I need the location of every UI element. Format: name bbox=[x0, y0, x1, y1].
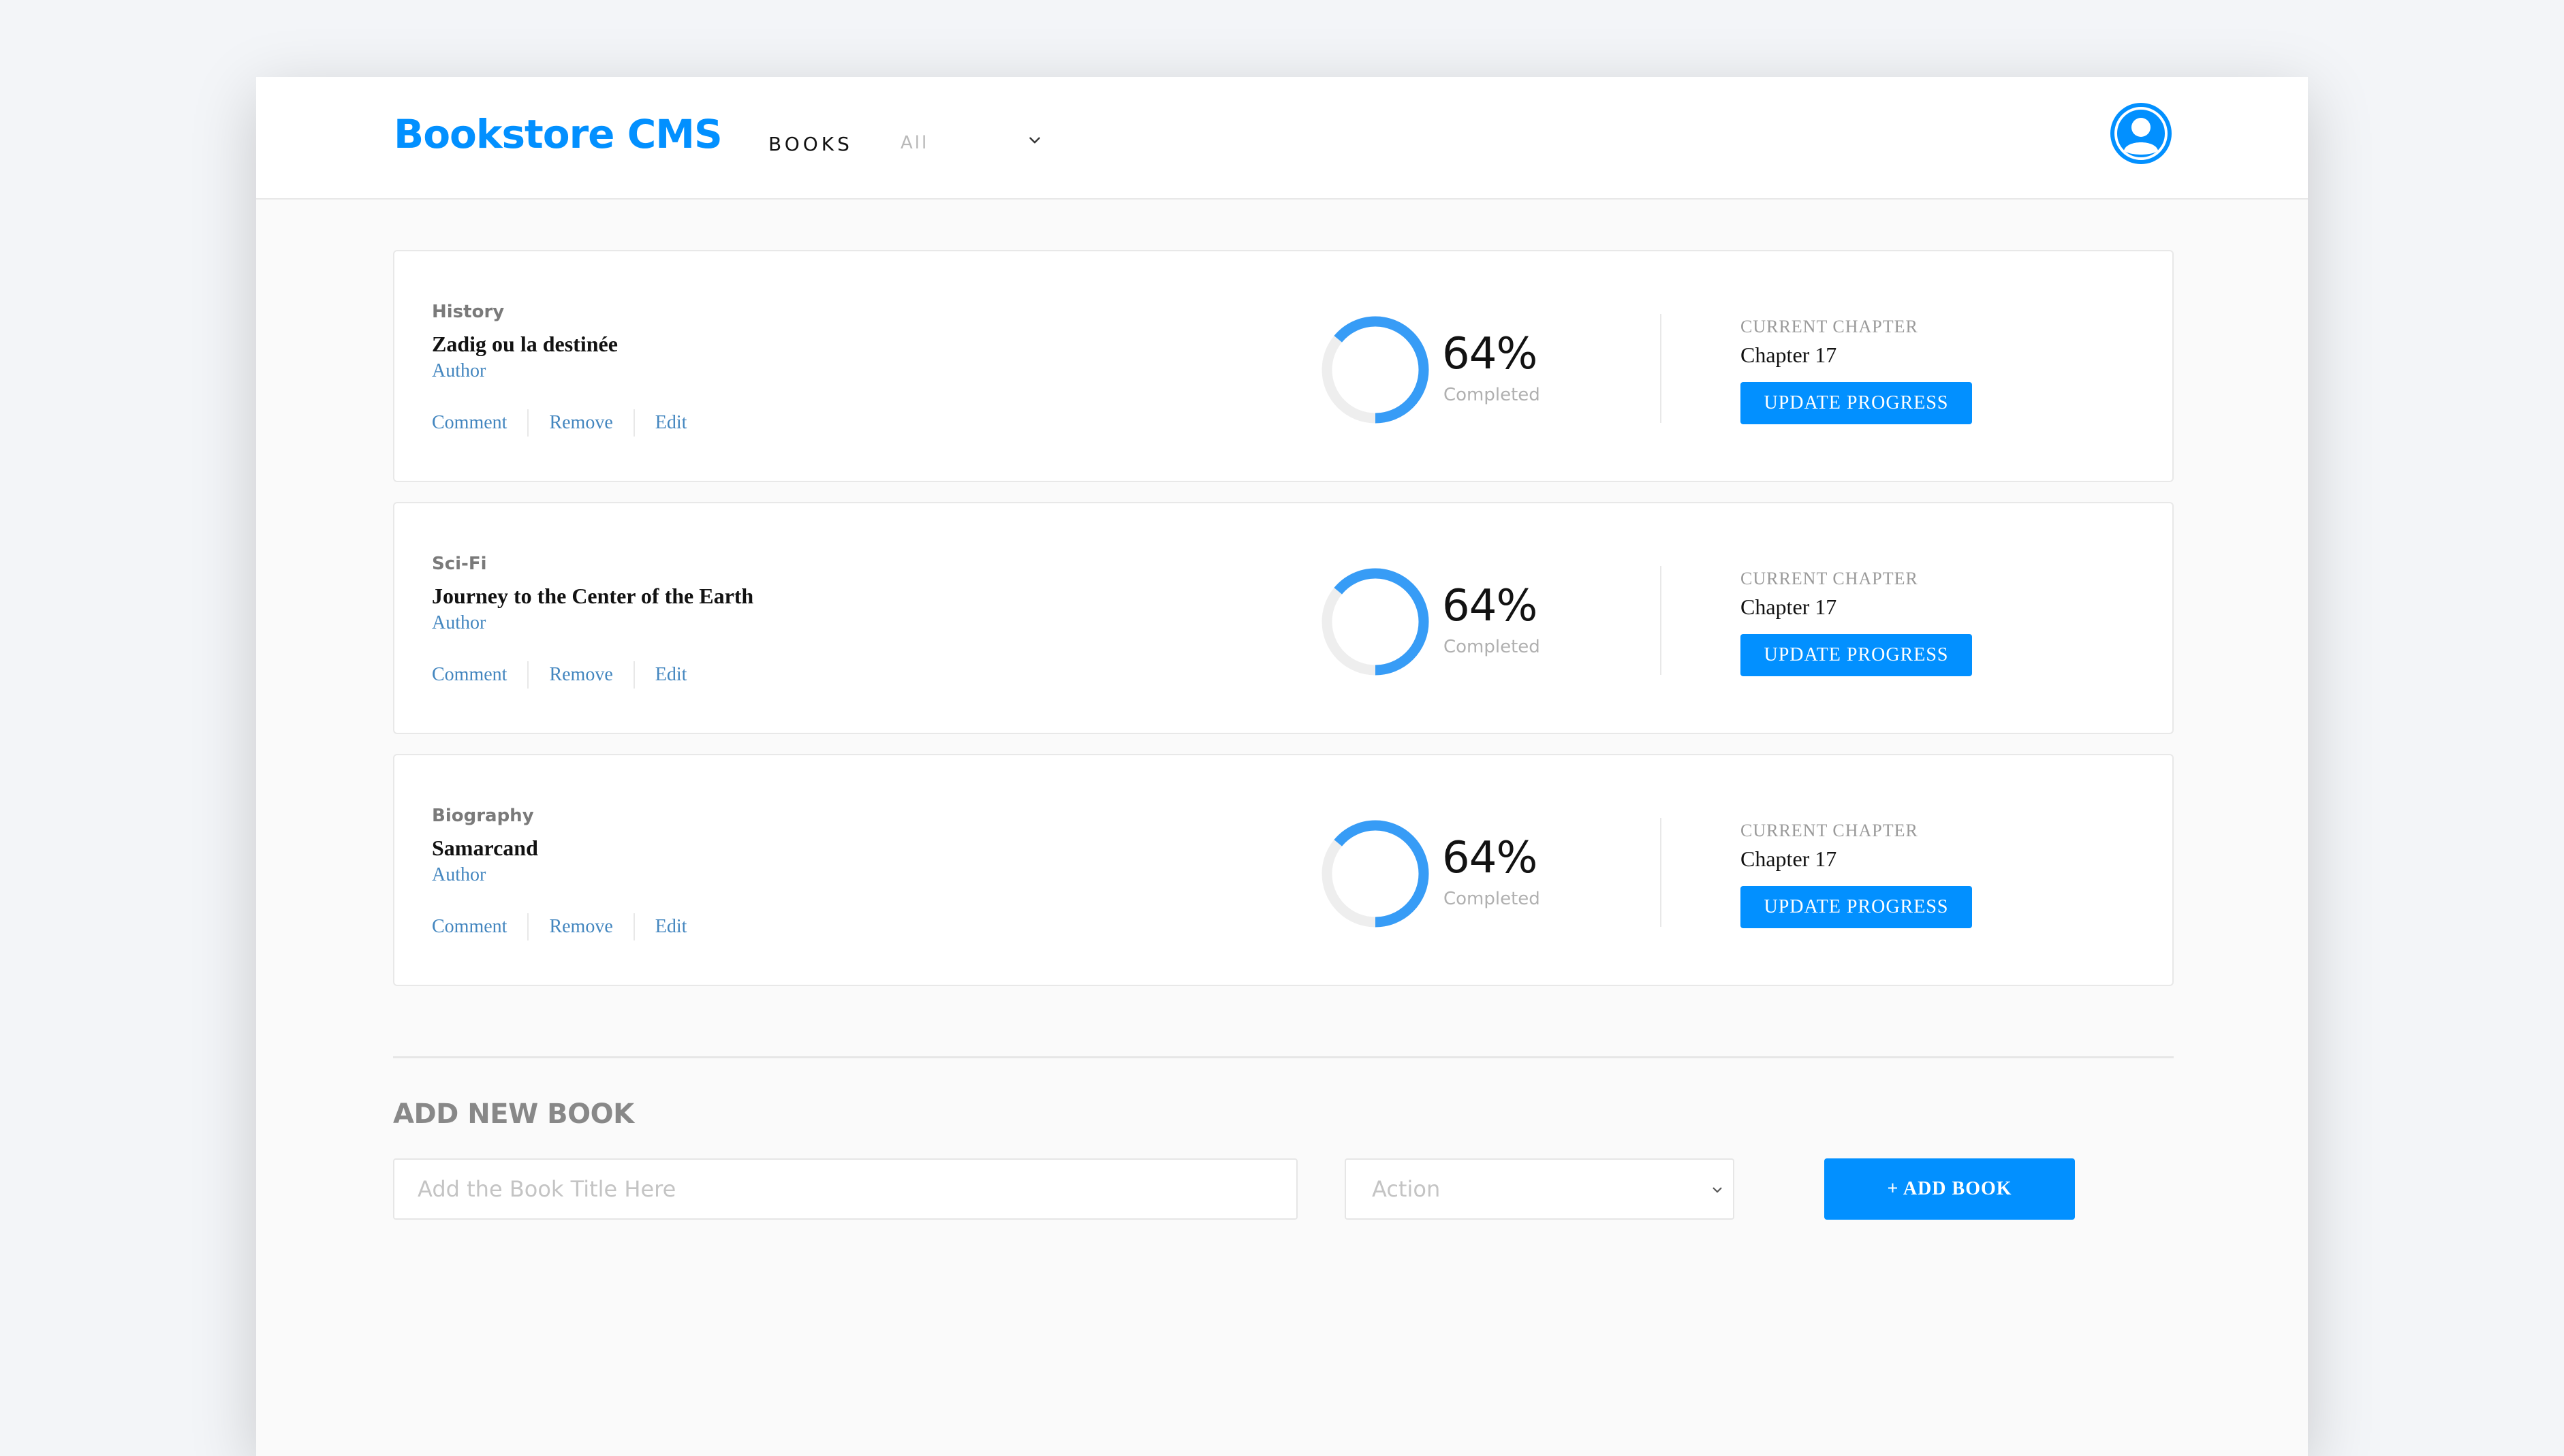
update-progress-button[interactable]: UPDATE PROGRESS bbox=[1740, 382, 1972, 424]
comment-button[interactable]: Comment bbox=[432, 409, 527, 437]
user-avatar-button[interactable] bbox=[2110, 103, 2172, 164]
current-chapter-value: Chapter 17 bbox=[1740, 846, 1837, 871]
book-title: Samarcand bbox=[432, 836, 538, 860]
progress-percent: 64% bbox=[1442, 329, 1537, 379]
edit-button[interactable]: Edit bbox=[633, 661, 708, 689]
progress-percent: 64% bbox=[1442, 581, 1537, 631]
current-chapter-label: CURRENT CHAPTER bbox=[1740, 821, 1918, 840]
update-progress-button[interactable]: UPDATE PROGRESS bbox=[1740, 886, 1972, 928]
current-chapter-value: Chapter 17 bbox=[1740, 595, 1837, 619]
completed-label: Completed bbox=[1443, 385, 1540, 405]
category-select[interactable]: Action bbox=[1345, 1158, 1734, 1220]
comment-button[interactable]: Comment bbox=[432, 913, 527, 940]
progress-ring bbox=[1322, 568, 1429, 676]
book-author[interactable]: Author bbox=[432, 360, 486, 382]
book-actions: Comment Remove Edit bbox=[432, 913, 707, 940]
book-card: Biography Samarcand Author Comment Remov… bbox=[393, 754, 2174, 986]
divider bbox=[1660, 314, 1661, 423]
book-title: Journey to the Center of the Earth bbox=[432, 584, 754, 608]
brand-title[interactable]: Bookstore CMS bbox=[394, 111, 723, 157]
book-actions: Comment Remove Edit bbox=[432, 661, 707, 689]
remove-button[interactable]: Remove bbox=[527, 661, 633, 689]
book-category: Sci-Fi bbox=[432, 554, 487, 574]
book-card: Sci-Fi Journey to the Center of the Eart… bbox=[393, 502, 2174, 734]
progress-percent: 64% bbox=[1442, 833, 1537, 883]
add-book-button[interactable]: + ADD BOOK bbox=[1824, 1158, 2075, 1220]
edit-button[interactable]: Edit bbox=[633, 409, 708, 437]
completed-label: Completed bbox=[1443, 637, 1540, 657]
current-chapter-value: Chapter 17 bbox=[1740, 343, 1837, 367]
section-divider bbox=[393, 1056, 2174, 1058]
update-progress-button[interactable]: UPDATE PROGRESS bbox=[1740, 634, 1972, 676]
comment-button[interactable]: Comment bbox=[432, 661, 527, 689]
user-circle-icon bbox=[2114, 107, 2168, 160]
category-filter-value: All bbox=[901, 133, 929, 153]
book-category: Biography bbox=[432, 806, 534, 826]
progress-ring bbox=[1322, 820, 1429, 928]
divider bbox=[1660, 566, 1661, 675]
remove-button[interactable]: Remove bbox=[527, 409, 633, 437]
book-card: History Zadig ou la destinée Author Comm… bbox=[393, 250, 2174, 482]
book-author[interactable]: Author bbox=[432, 864, 486, 886]
chevron-down-icon bbox=[1029, 137, 1040, 144]
nav-books-link[interactable]: BOOKS bbox=[768, 133, 853, 155]
book-category: History bbox=[432, 302, 505, 322]
header: Bookstore CMS BOOKS All bbox=[256, 77, 2308, 200]
remove-button[interactable]: Remove bbox=[527, 913, 633, 940]
divider bbox=[1660, 818, 1661, 927]
app-window: Bookstore CMS BOOKS All History Zadig ou… bbox=[256, 77, 2308, 1456]
book-actions: Comment Remove Edit bbox=[432, 409, 707, 437]
category-select-value: Action bbox=[1372, 1176, 1441, 1202]
add-book-heading: ADD NEW BOOK bbox=[393, 1098, 634, 1130]
category-filter-select[interactable]: All bbox=[901, 133, 1044, 157]
book-title: Zadig ou la destinée bbox=[432, 332, 618, 356]
completed-label: Completed bbox=[1443, 889, 1540, 909]
book-author[interactable]: Author bbox=[432, 612, 486, 634]
current-chapter-label: CURRENT CHAPTER bbox=[1740, 317, 1918, 336]
book-title-input[interactable] bbox=[393, 1158, 1298, 1220]
current-chapter-label: CURRENT CHAPTER bbox=[1740, 569, 1918, 588]
progress-ring bbox=[1322, 316, 1429, 424]
edit-button[interactable]: Edit bbox=[633, 913, 708, 940]
chevron-down-icon bbox=[1713, 1187, 1722, 1193]
